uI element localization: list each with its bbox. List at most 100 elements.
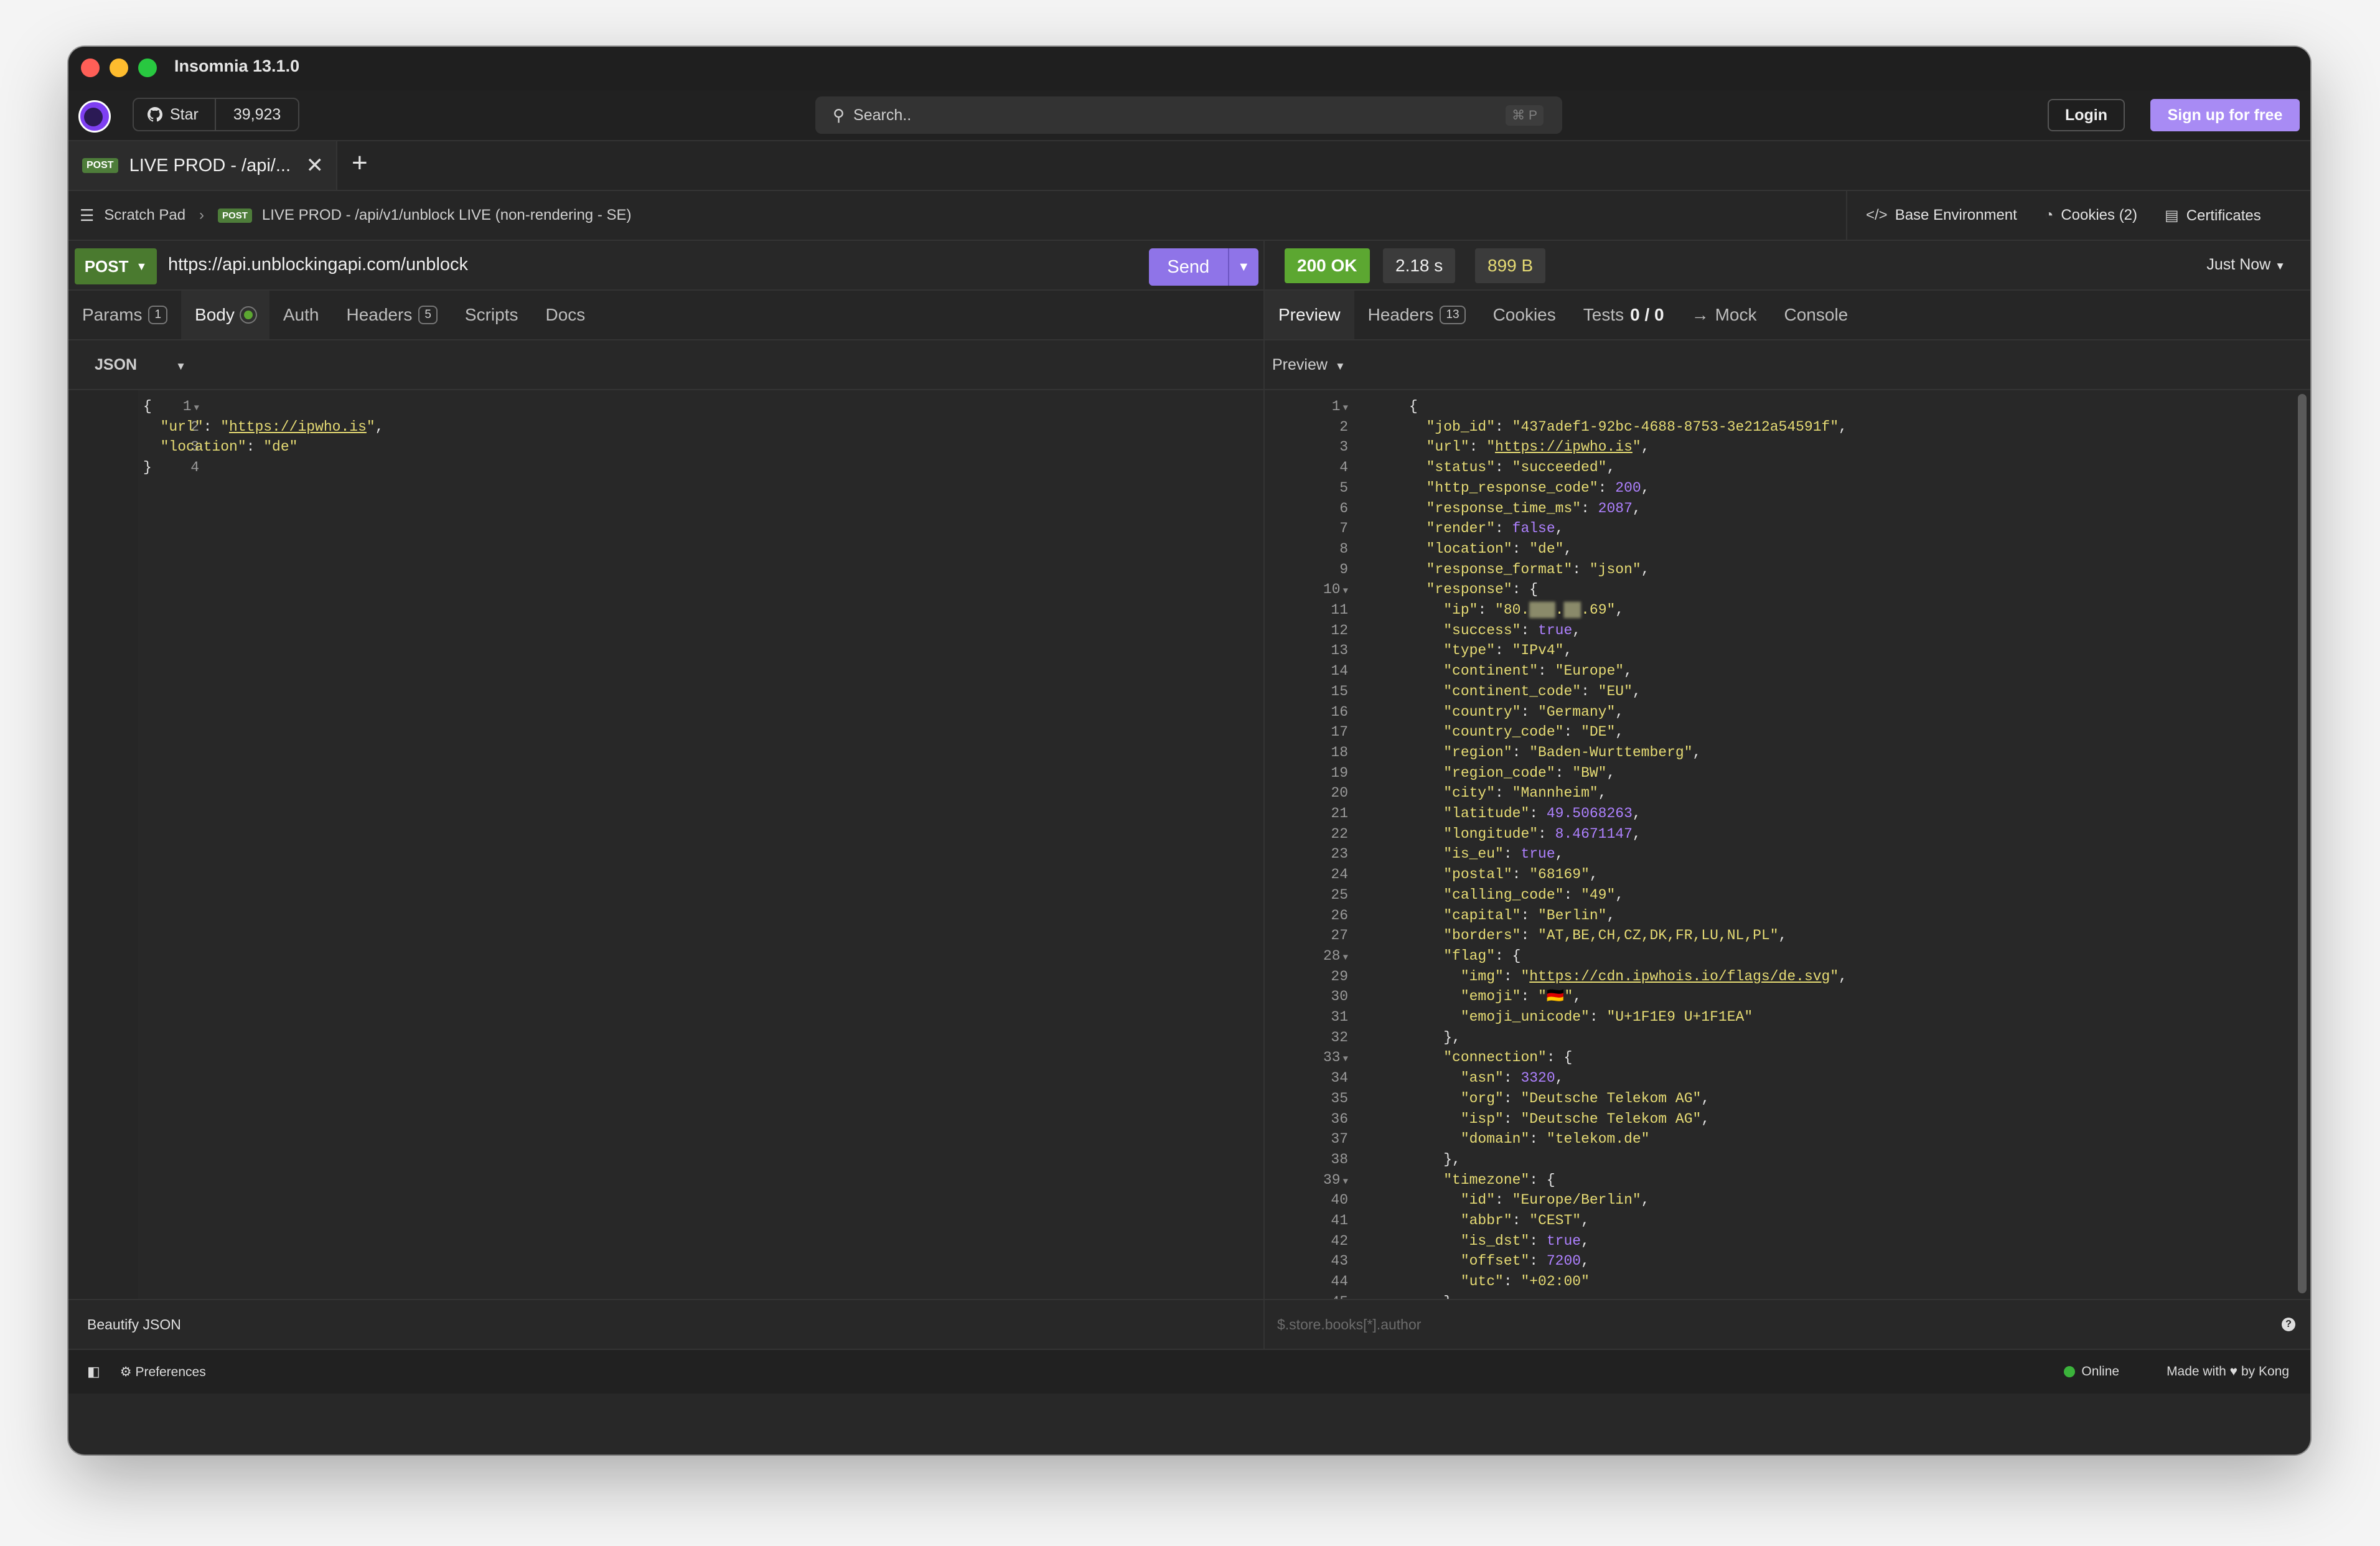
minimize-window-button[interactable] [110, 59, 128, 77]
line-number: 43 [1331, 1253, 1348, 1270]
line-number: 1 ▼ [1331, 398, 1348, 415]
method-select[interactable]: POST ▼ [75, 248, 157, 284]
line-number: 8 [1339, 540, 1348, 557]
certificates-button[interactable]: ▤ Certificates [2165, 207, 2261, 225]
body-format-select[interactable]: JSON ▼ [95, 356, 186, 374]
code-line: "region_code": "BW", [1443, 764, 1616, 781]
code-line: "url": "https://ipwho.is", [1426, 439, 1650, 456]
code-line: "img": "https://cdn.ipwhois.io/flags/de.… [1460, 968, 1847, 985]
line-number: 10 ▼ [1323, 581, 1348, 598]
fold-caret-icon[interactable]: ▼ [1343, 1177, 1348, 1187]
code-line: }, [1409, 1292, 1461, 1299]
code-line: "is_eu": true, [1443, 846, 1564, 863]
response-subtabs: Preview Headers 13 Cookies Tests 0 / 0 → Mo… [1263, 291, 2310, 340]
fold-caret-icon[interactable]: ▼ [1343, 953, 1348, 963]
code-line: "emoji_unicode": "U+1F1E9 U+1F1EA" [1460, 1009, 1753, 1025]
code-line: "domain": "telekom.de" [1460, 1131, 1650, 1148]
code-line: { [1409, 398, 1418, 415]
tab-auth[interactable]: Auth [269, 291, 333, 339]
line-number: 28 ▼ [1323, 947, 1348, 964]
tab-console[interactable]: Console [1771, 291, 1862, 339]
tab-headers[interactable]: Headers 5 [332, 291, 451, 339]
maximize-window-button[interactable] [138, 59, 157, 77]
base-environment-button[interactable]: </> Base Environment [1866, 207, 2017, 224]
new-tab-plus-icon[interactable]: + [352, 148, 368, 179]
line-number: 25 [1331, 886, 1348, 903]
tab-body[interactable]: Body [181, 291, 269, 339]
document-icon: ▤ [2165, 207, 2179, 224]
response-preview-editor[interactable]: 1 ▼ {2 "job_id": "437adef1-92bc-4688-8753-… [1263, 390, 2310, 1299]
preview-mode-bar: Preview ▼ [1263, 340, 2310, 390]
fold-caret-icon[interactable]: ▼ [1343, 1054, 1348, 1064]
body-format-bar: JSON ▼ [68, 340, 1263, 390]
line-number: 37 [1331, 1131, 1348, 1148]
tab-preview[interactable]: Preview [1265, 291, 1354, 339]
response-history-dropdown[interactable]: Just Now ▼ [2206, 256, 2285, 274]
line-number: 17 [1331, 724, 1348, 741]
fold-caret-icon[interactable]: ▼ [194, 403, 199, 413]
code-line: "country": "Germany", [1443, 703, 1624, 720]
request-tab-bar: POST LIVE PROD - /api/... ✕ + [68, 141, 2310, 191]
breadcrumb: ☰ Scratch Pad › POST LIVE PROD - /api/v1… [68, 191, 2310, 241]
line-number: 15 [1331, 683, 1348, 700]
line-number: 21 [1331, 805, 1348, 822]
help-icon[interactable]: ? [2282, 1318, 2295, 1331]
tab-response-headers[interactable]: Headers 13 [1354, 291, 1479, 339]
line-number: 23 [1331, 846, 1348, 863]
insomnia-logo-icon[interactable] [78, 100, 111, 133]
line-number: 44 [1331, 1273, 1348, 1290]
toggle-sidebar-icon[interactable]: ◧ [87, 1364, 100, 1380]
code-line: "is_dst": true, [1460, 1232, 1590, 1249]
code-line: "type": "IPv4", [1443, 642, 1573, 659]
preferences-button[interactable]: ⚙ Preferences [120, 1364, 206, 1380]
github-star-widget[interactable]: Star 39,923 [133, 98, 300, 131]
response-scrollbar[interactable] [2298, 394, 2307, 1293]
fold-caret-icon[interactable]: ▼ [1343, 586, 1348, 596]
send-options-caret-icon[interactable]: ▼ [1227, 248, 1258, 286]
beautify-json-button[interactable]: Beautify JSON [87, 1316, 181, 1333]
code-line: "isp": "Deutsche Telekom AG", [1460, 1110, 1710, 1127]
close-window-button[interactable] [81, 59, 100, 77]
code-line: "postal": "68169", [1443, 866, 1598, 883]
code-line: "utc": "+02:00" [1460, 1273, 1590, 1290]
code-line: "latitude": 49.5068263, [1443, 805, 1641, 822]
code-line: "id": "Europe/Berlin", [1460, 1192, 1650, 1209]
line-number: 40 [1331, 1192, 1348, 1209]
line-number: 4 [190, 459, 199, 476]
gear-icon: ⚙ [119, 1364, 132, 1379]
code-line: }, [1409, 1029, 1461, 1046]
code-line: "continent": "Europe", [1443, 663, 1633, 680]
close-tab-icon[interactable]: ✕ [306, 153, 324, 178]
github-star-count: 39,923 [233, 105, 281, 123]
line-number: 41 [1331, 1212, 1348, 1229]
tab-scripts[interactable]: Scripts [451, 291, 532, 339]
signup-button[interactable]: Sign up for free [2150, 99, 2300, 131]
breadcrumb-scratch-pad[interactable]: Scratch Pad [104, 207, 185, 224]
heart-icon: ♥ [2229, 1364, 2238, 1379]
menu-icon[interactable]: ☰ [80, 206, 94, 225]
code-line: "country_code": "DE", [1443, 724, 1624, 741]
login-button[interactable]: Login [2048, 99, 2125, 131]
send-button[interactable]: Send ▼ [1149, 248, 1258, 286]
online-indicator: Online [2064, 1364, 2119, 1379]
search-bar[interactable]: ⚲ Search.. ⌘ P [815, 96, 1562, 134]
line-number-gutter [68, 390, 138, 1299]
tab-mock[interactable]: → Mock [1678, 291, 1771, 339]
caret-down-icon: ▼ [1334, 360, 1346, 372]
code-line: "borders": "AT,BE,CH,CZ,DK,FR,LU,NL,PL", [1443, 927, 1787, 944]
code-line: "emoji": "🇩🇪", [1460, 988, 1582, 1005]
preview-mode-select[interactable]: Preview ▼ [1272, 356, 1346, 374]
cookies-button[interactable]: ◔ Cookies (2) [2045, 207, 2137, 224]
tab-tests[interactable]: Tests 0 / 0 [1570, 291, 1678, 339]
fold-caret-icon[interactable]: ▼ [1343, 403, 1348, 413]
request-body-editor[interactable]: 1 ▼{2 "url": "https://ipwho.is", 3 "locati… [68, 390, 1263, 1299]
line-number: 5 [1339, 479, 1348, 496]
tab-cookies[interactable]: Cookies [1479, 291, 1570, 339]
breadcrumb-request-name[interactable]: LIVE PROD - /api/v1/unblock LIVE (non-re… [262, 207, 632, 224]
app-window: Insomnia 13.1.0 Star 39,923 ⚲ Search.. ⌘… [68, 47, 2310, 1455]
tab-params[interactable]: Params 1 [68, 291, 181, 339]
response-filter-input[interactable]: $.store.books[*].author [1277, 1316, 1421, 1333]
request-tab[interactable]: POST LIVE PROD - /api/... ✕ [68, 141, 337, 190]
url-input[interactable]: https://api.unblockingapi.com/unblock [168, 255, 468, 275]
tab-docs[interactable]: Docs [532, 291, 599, 339]
